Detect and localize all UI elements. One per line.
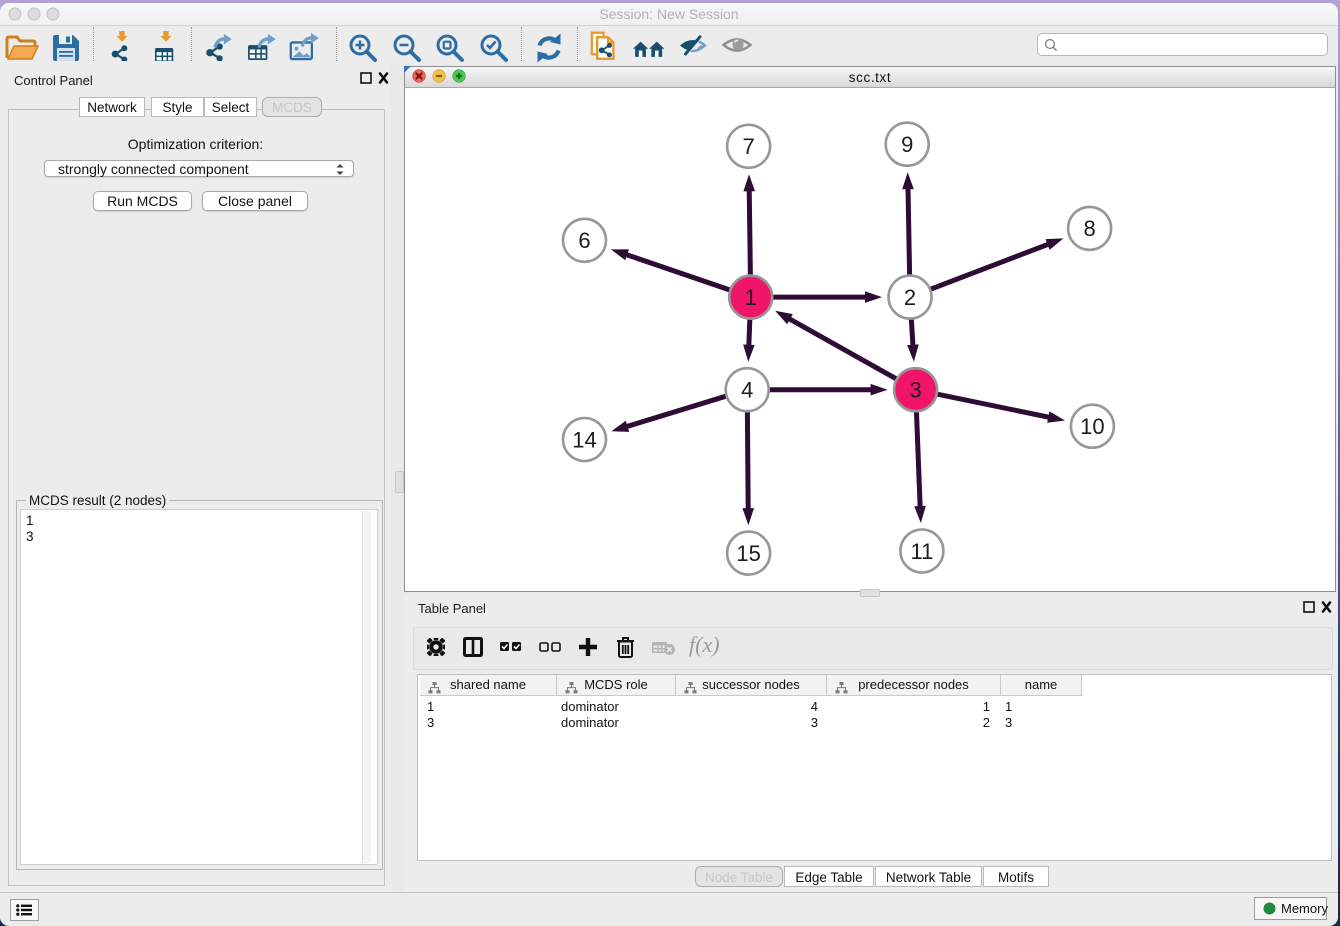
- svg-text:7: 7: [742, 134, 754, 159]
- svg-text:1: 1: [745, 285, 757, 310]
- svg-text:6: 6: [578, 228, 590, 253]
- svg-text:4: 4: [741, 378, 753, 403]
- svg-text:2: 2: [904, 285, 916, 310]
- svg-text:15: 15: [736, 541, 760, 566]
- svg-text:8: 8: [1083, 216, 1095, 241]
- svg-text:14: 14: [572, 427, 596, 452]
- svg-text:11: 11: [910, 539, 933, 564]
- svg-text:10: 10: [1080, 414, 1104, 439]
- svg-text:9: 9: [901, 132, 913, 157]
- svg-text:3: 3: [909, 378, 921, 403]
